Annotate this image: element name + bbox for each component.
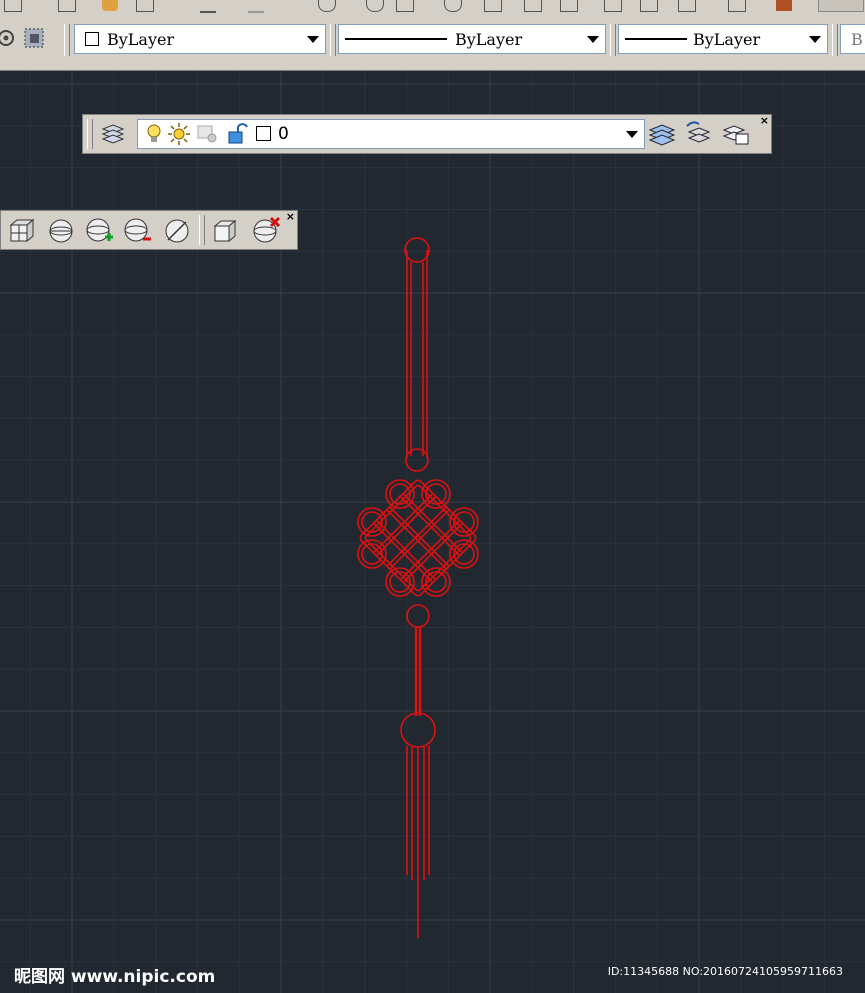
quickcalc-icon[interactable] — [678, 0, 696, 12]
make-object-layer-current-icon[interactable] — [647, 120, 677, 148]
tool-palettes-icon[interactable] — [560, 0, 578, 12]
redo-icon[interactable] — [248, 0, 264, 13]
chevron-down-icon[interactable] — [303, 27, 323, 51]
close-icon[interactable]: × — [286, 211, 295, 222]
toolbar-grip[interactable] — [64, 24, 70, 56]
freeze-sun-icon[interactable] — [168, 123, 190, 145]
toolbar-grip[interactable] — [330, 24, 336, 56]
chevron-down-icon[interactable] — [805, 27, 825, 51]
sphere-icon[interactable] — [47, 217, 75, 245]
paint-icon[interactable] — [776, 0, 792, 11]
linetype-combo[interactable]: ByLayer — [338, 24, 606, 54]
toolbar-grip[interactable] — [610, 24, 616, 56]
pan-icon[interactable] — [318, 0, 336, 12]
chevron-down-icon[interactable] — [583, 27, 603, 51]
sphere-delete-icon[interactable] — [251, 215, 283, 245]
print-icon[interactable] — [136, 0, 154, 12]
toolbar-separator — [199, 215, 205, 245]
lineweight-combo-value: ByLayer — [693, 30, 761, 49]
current-layer-name: 0 — [278, 124, 289, 144]
top-toolbar-strip — [0, 0, 865, 15]
cube-icon[interactable] — [211, 217, 241, 245]
plotstyle-combo-value: B — [851, 30, 863, 49]
open-icon[interactable] — [58, 0, 76, 12]
layer-states-icon[interactable] — [721, 120, 751, 148]
markup-icon[interactable] — [640, 0, 658, 12]
circle-slash-icon[interactable] — [163, 217, 191, 245]
watermark-site: 昵图网 www.nipic.com — [14, 967, 216, 987]
color-combo-value: ByLayer — [107, 30, 175, 49]
close-icon[interactable]: × — [760, 115, 769, 126]
layer-color-swatch-icon — [256, 126, 271, 141]
properties-icon[interactable] — [484, 0, 502, 12]
help-icon[interactable] — [728, 0, 746, 12]
undo-icon[interactable] — [200, 0, 216, 13]
view-3d-box-icon[interactable] — [7, 217, 37, 245]
chinese-knot-drawing — [357, 237, 479, 938]
watermark-id: ID:11345688 NO:20160724105959711663 — [607, 965, 843, 978]
layer-previous-icon[interactable] — [683, 120, 713, 148]
design-center-icon[interactable] — [524, 0, 542, 12]
layers-toolbar: 0 × — [82, 114, 772, 154]
sphere-remove-icon[interactable] — [123, 217, 153, 245]
layer-combo[interactable]: 0 — [137, 119, 645, 149]
plotstyle-combo[interactable]: B — [840, 24, 865, 54]
lineweight-preview — [625, 38, 687, 40]
quick-select-icon[interactable] — [22, 26, 46, 50]
match-properties-icon[interactable] — [102, 0, 118, 11]
viewport-freeze-icon[interactable] — [196, 124, 218, 144]
unlock-icon[interactable] — [226, 122, 248, 146]
linetype-combo-value: ByLayer — [455, 30, 523, 49]
zoom-previous-icon[interactable] — [444, 0, 462, 12]
properties-toolbar: ByLayer ByLayer ByLayer B — [0, 14, 865, 71]
layer-on-bulb-icon[interactable] — [144, 123, 164, 145]
zoom-realtime-icon[interactable] — [366, 0, 384, 12]
top-ring — [404, 237, 430, 263]
gear-icon[interactable] — [0, 26, 18, 50]
chevron-down-icon[interactable] — [622, 122, 642, 146]
color-combo[interactable]: ByLayer — [74, 24, 326, 54]
new-icon[interactable] — [4, 0, 22, 12]
workspace-dropdown[interactable] — [818, 0, 864, 12]
lineweight-combo[interactable]: ByLayer — [618, 24, 828, 54]
toolbar-grip[interactable] — [832, 24, 838, 56]
zoom-window-icon[interactable] — [396, 0, 414, 12]
linetype-preview — [345, 38, 447, 40]
lower-bead — [406, 604, 430, 628]
knot-body — [357, 479, 479, 597]
color-swatch-icon — [85, 32, 99, 46]
sheet-set-icon[interactable] — [604, 0, 622, 12]
toolbar-grip[interactable] — [87, 119, 93, 149]
layer-properties-manager-icon[interactable] — [99, 121, 127, 149]
view-toolbar: × — [0, 210, 298, 250]
sphere-add-icon[interactable] — [85, 217, 115, 245]
